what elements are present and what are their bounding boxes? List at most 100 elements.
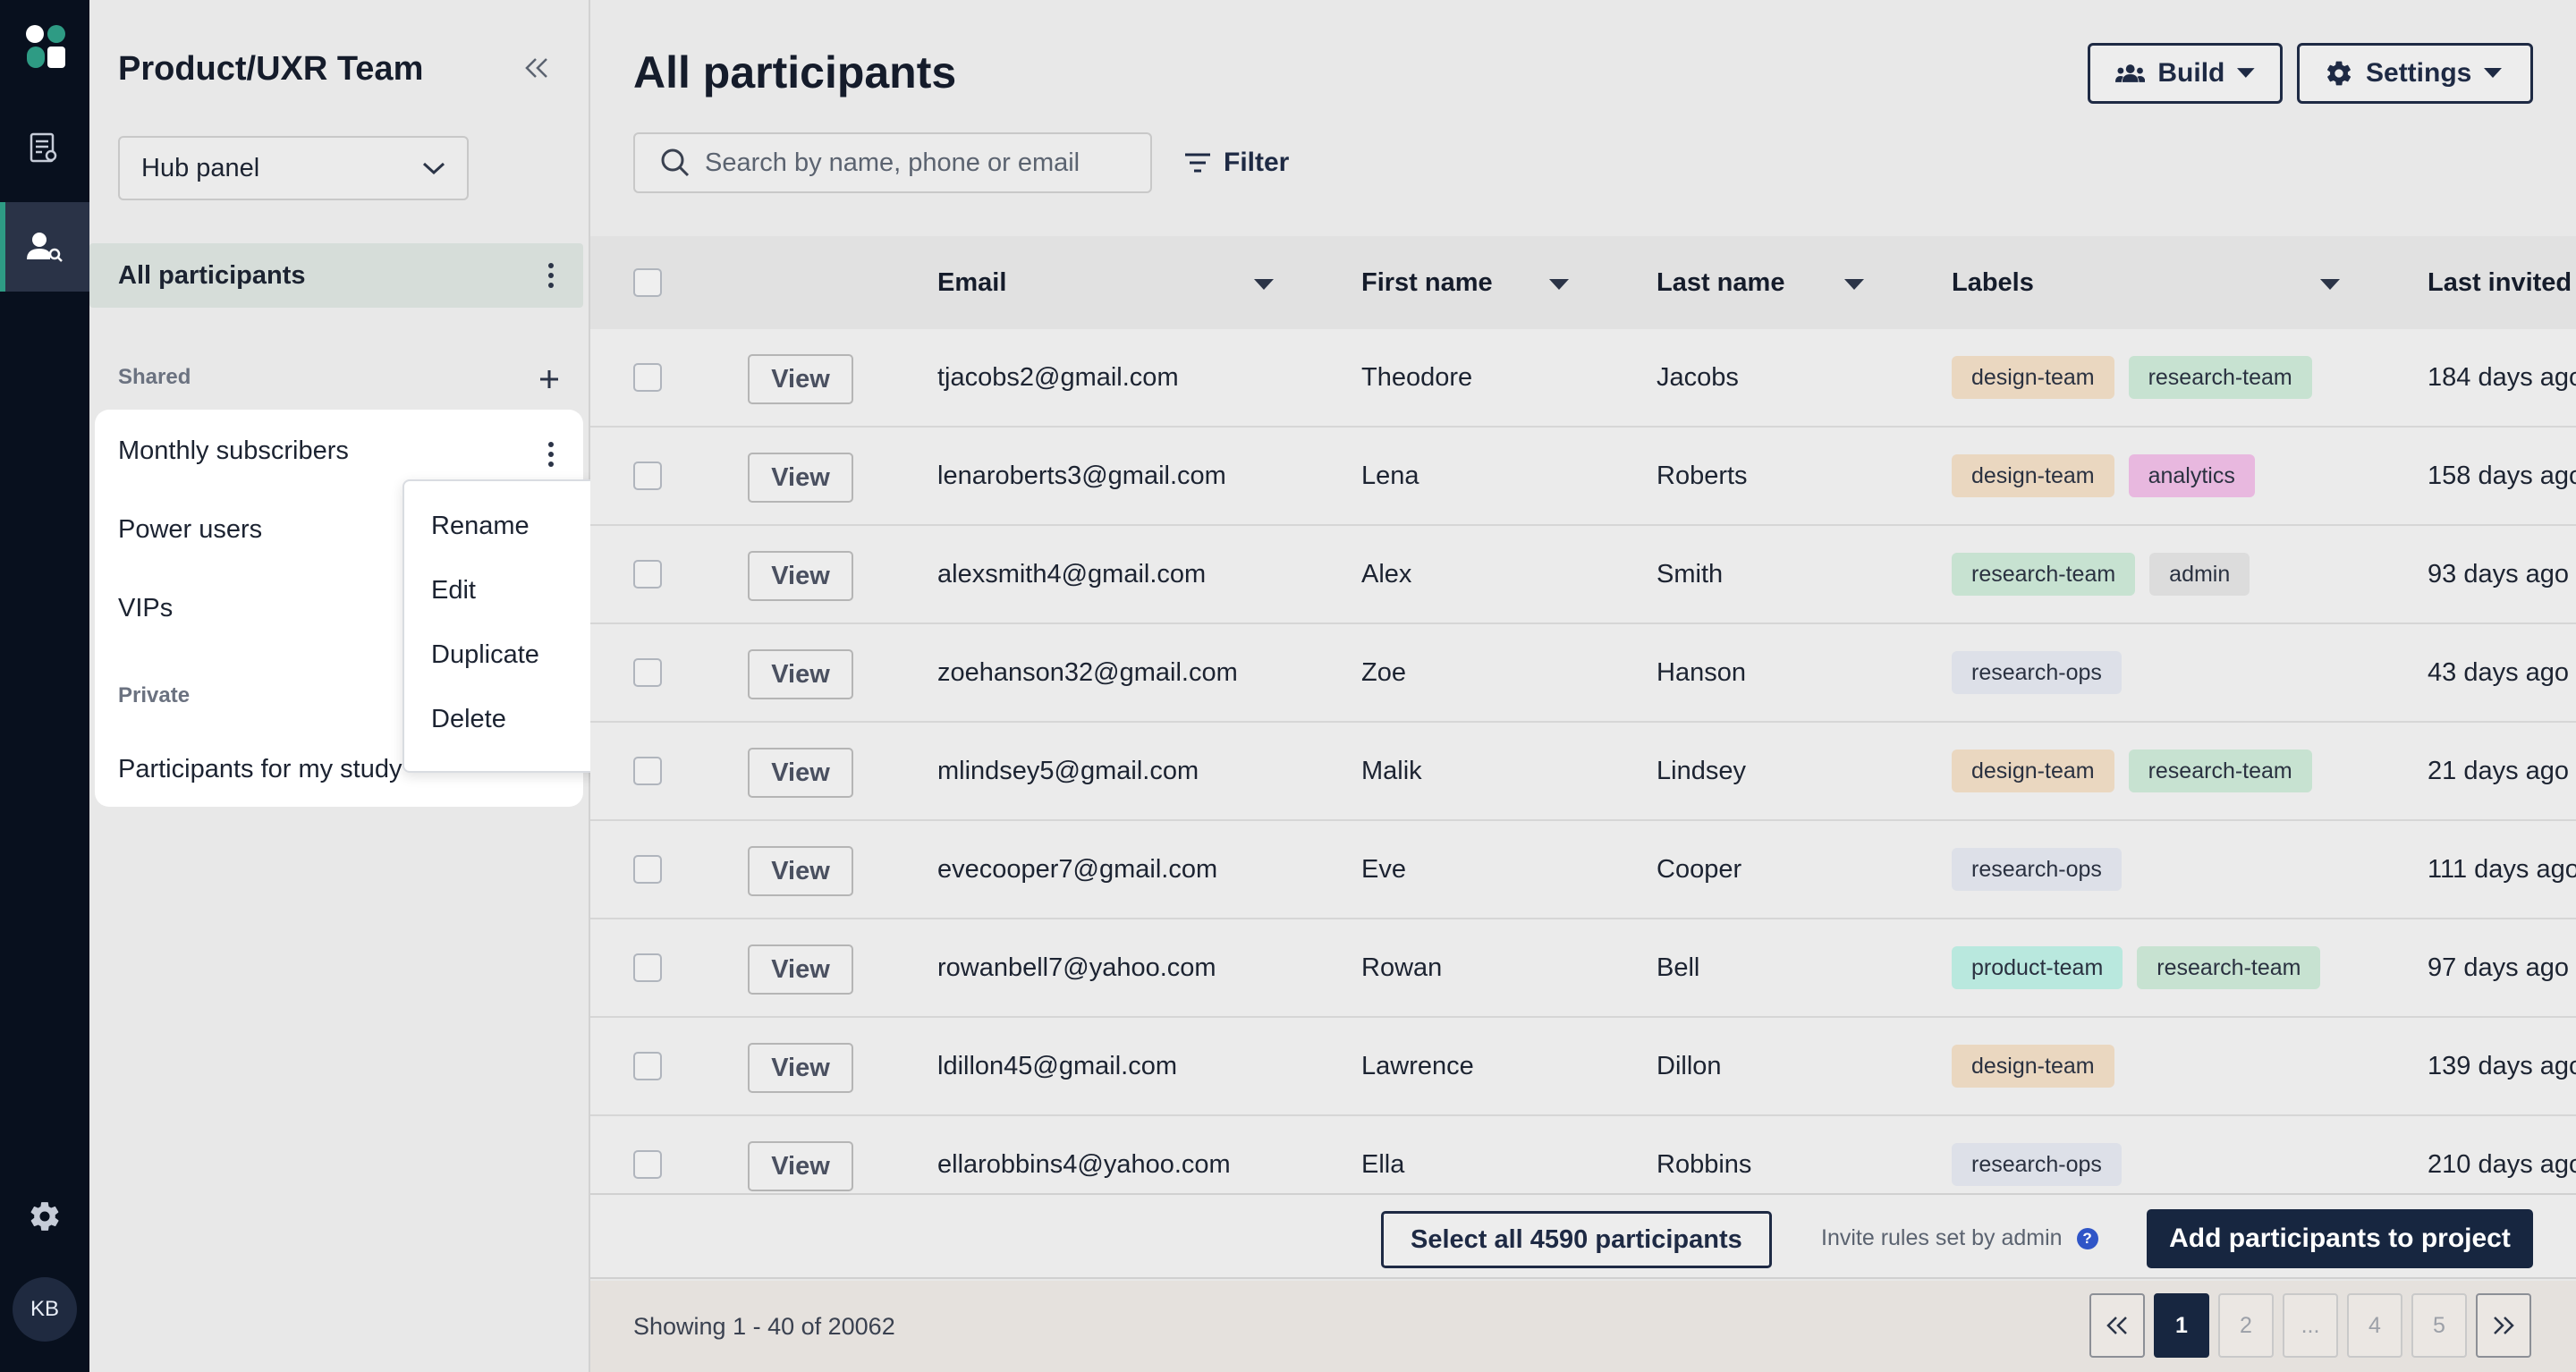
filter-icon bbox=[1185, 153, 1210, 173]
panel-select[interactable]: Hub panel bbox=[118, 136, 469, 200]
logo-icon[interactable] bbox=[25, 23, 68, 70]
cell-first-name: Alex bbox=[1361, 559, 1412, 589]
participants-nav-button[interactable] bbox=[0, 202, 89, 292]
menu-item-delete[interactable]: Delete bbox=[431, 705, 506, 734]
search-icon bbox=[661, 148, 690, 177]
sidebar-item-vips[interactable]: VIPs bbox=[118, 594, 173, 623]
label-tag[interactable]: design-team bbox=[1952, 356, 2114, 399]
cell-last-invited: 21 days ago bbox=[2428, 756, 2570, 785]
row-checkbox[interactable] bbox=[633, 560, 662, 589]
row-checkbox[interactable] bbox=[633, 855, 662, 884]
table-row: View alexsmith4@gmail.com Alex Smith researc… bbox=[590, 526, 2576, 624]
label-tag[interactable]: design-team bbox=[1952, 750, 2114, 792]
users-icon bbox=[2115, 64, 2146, 82]
collapse-sidebar-button[interactable] bbox=[517, 50, 556, 86]
page-4-button[interactable]: 4 bbox=[2347, 1293, 2402, 1358]
cell-last-name: Jacobs bbox=[1657, 362, 1739, 392]
invite-rules-text: Invite rules set by admin bbox=[1821, 1225, 2063, 1250]
label-tag[interactable]: design-team bbox=[1952, 454, 2114, 497]
menu-item-duplicate[interactable]: Duplicate bbox=[431, 640, 539, 670]
sidebar-item-all-participants[interactable]: All participants bbox=[89, 243, 583, 308]
invite-rules-note: Invite rules set by admin ? bbox=[1821, 1225, 2098, 1251]
label-tag[interactable]: design-team bbox=[1952, 1045, 2114, 1088]
view-participant-button[interactable]: View bbox=[748, 1043, 853, 1093]
page-1-button[interactable]: 1 bbox=[2154, 1293, 2209, 1358]
sidebar-item-power-users[interactable]: Power users bbox=[118, 515, 262, 545]
label-tag[interactable]: product-team bbox=[1952, 946, 2123, 989]
main-content: All participants Build Settings Search b… bbox=[590, 0, 2576, 1372]
view-participant-button[interactable]: View bbox=[748, 649, 853, 699]
page-ellipsis: ... bbox=[2283, 1293, 2338, 1358]
view-participant-button[interactable]: View bbox=[748, 748, 853, 798]
page-5-button[interactable]: 5 bbox=[2411, 1293, 2467, 1358]
label-tag[interactable]: research-team bbox=[2137, 946, 2321, 989]
monthly-subscribers-more-button[interactable] bbox=[533, 431, 569, 478]
label-tag[interactable]: research-team bbox=[2128, 750, 2312, 792]
view-participant-button[interactable]: View bbox=[748, 1141, 853, 1191]
page-2-button[interactable]: 2 bbox=[2218, 1293, 2274, 1358]
label-tag[interactable]: research-ops bbox=[1952, 848, 2122, 891]
cell-first-name: Lena bbox=[1361, 461, 1419, 490]
menu-item-edit[interactable]: Edit bbox=[431, 576, 476, 606]
column-labels[interactable]: Labels bbox=[1952, 236, 2034, 329]
shared-heading: Shared bbox=[118, 365, 191, 389]
label-tag[interactable]: research-ops bbox=[1952, 1143, 2122, 1186]
view-participant-button[interactable]: View bbox=[748, 453, 853, 503]
cell-last-invited: 43 days ago bbox=[2428, 657, 2570, 687]
label-tag[interactable]: research-ops bbox=[1952, 651, 2122, 694]
private-heading: Private bbox=[118, 683, 191, 707]
view-participant-button[interactable]: View bbox=[748, 846, 853, 896]
cell-first-name: Zoe bbox=[1361, 657, 1406, 687]
add-shared-list-button[interactable] bbox=[530, 360, 569, 399]
select-all-checkbox[interactable] bbox=[633, 268, 662, 297]
build-button[interactable]: Build bbox=[2088, 43, 2283, 104]
caret-down-icon bbox=[2484, 68, 2503, 78]
label-tag[interactable]: admin bbox=[2149, 553, 2250, 596]
row-checkbox[interactable] bbox=[633, 1150, 662, 1179]
all-participants-more-button[interactable] bbox=[533, 252, 569, 299]
table-row: View mlindsey5@gmail.com Malik Lindsey desig… bbox=[590, 723, 2576, 821]
sort-labels-icon[interactable] bbox=[2320, 279, 2340, 290]
label-tag[interactable]: research-team bbox=[2128, 356, 2312, 399]
first-page-button[interactable] bbox=[2089, 1293, 2145, 1358]
cell-labels: research-team admin bbox=[1952, 526, 2250, 622]
select-all-participants-button[interactable]: Select all 4590 participants bbox=[1381, 1211, 1772, 1268]
row-checkbox[interactable] bbox=[633, 757, 662, 785]
sidebar-item-participants-for-my-study[interactable]: Participants for my study bbox=[118, 755, 402, 784]
row-checkbox[interactable] bbox=[633, 658, 662, 687]
sort-email-icon[interactable] bbox=[1254, 279, 1274, 290]
cell-last-invited: 111 days ago bbox=[2428, 854, 2576, 884]
column-first-name[interactable]: First name bbox=[1361, 236, 1493, 329]
double-chevron-left-icon bbox=[525, 58, 547, 78]
sort-last-name-icon[interactable] bbox=[1844, 279, 1864, 290]
view-participant-button[interactable]: View bbox=[748, 551, 853, 601]
label-tag[interactable]: analytics bbox=[2128, 454, 2255, 497]
build-label: Build bbox=[2157, 58, 2225, 88]
label-tag[interactable]: research-team bbox=[1952, 553, 2136, 596]
cell-last-name: Hanson bbox=[1657, 657, 1746, 687]
filter-button[interactable]: Filter bbox=[1184, 140, 1289, 186]
help-icon[interactable]: ? bbox=[2076, 1227, 2098, 1249]
search-input[interactable]: Search by name, phone or email bbox=[633, 132, 1152, 193]
row-checkbox[interactable] bbox=[633, 1052, 662, 1080]
view-participant-button[interactable]: View bbox=[748, 354, 853, 404]
settings-nav-button[interactable] bbox=[0, 1172, 89, 1261]
settings-button[interactable]: Settings bbox=[2297, 43, 2533, 104]
sidebar-item-monthly-subscribers[interactable]: Monthly subscribers bbox=[118, 436, 349, 466]
caret-down-icon bbox=[2237, 68, 2255, 78]
column-last-invited[interactable]: Last invited bbox=[2428, 236, 2572, 329]
row-checkbox[interactable] bbox=[633, 363, 662, 392]
workspace-title: Product/UXR Team bbox=[118, 50, 424, 88]
row-checkbox[interactable] bbox=[633, 953, 662, 982]
row-checkbox[interactable] bbox=[633, 462, 662, 490]
last-page-button[interactable] bbox=[2476, 1293, 2531, 1358]
reports-nav-button[interactable] bbox=[0, 104, 89, 193]
view-participant-button[interactable]: View bbox=[748, 944, 853, 995]
column-last-name[interactable]: Last name bbox=[1657, 236, 1784, 329]
selection-bar: Select all 4590 participants Invite rule… bbox=[590, 1193, 2576, 1279]
add-participants-button[interactable]: Add participants to project bbox=[2147, 1209, 2533, 1268]
menu-item-rename[interactable]: Rename bbox=[431, 512, 530, 541]
sort-first-name-icon[interactable] bbox=[1549, 279, 1569, 290]
column-email[interactable]: Email bbox=[937, 236, 1006, 329]
user-avatar[interactable]: KB bbox=[13, 1277, 77, 1342]
